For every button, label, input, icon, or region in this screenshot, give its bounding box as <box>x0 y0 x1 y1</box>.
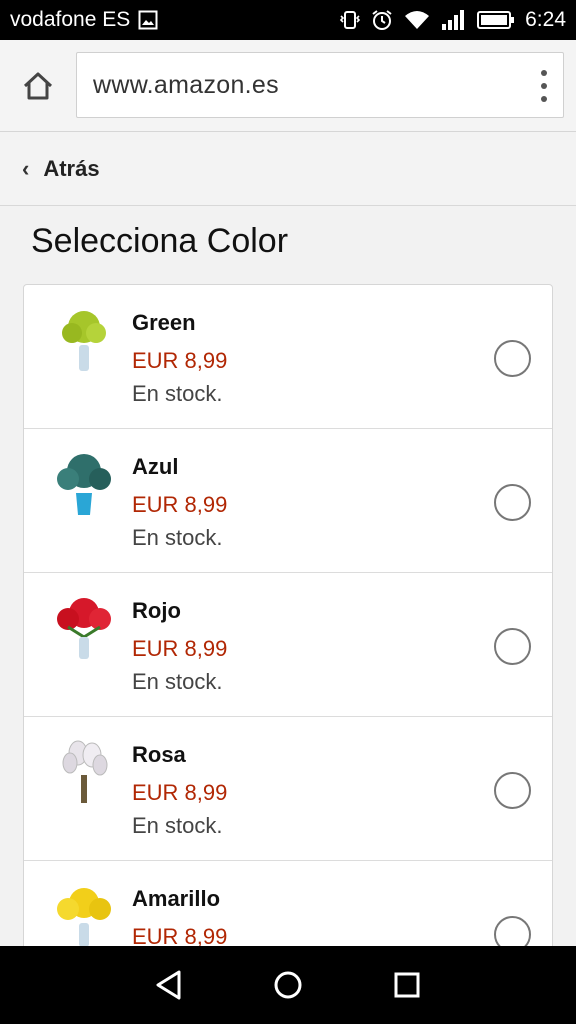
option-price: EUR 8,99 <box>132 780 228 805</box>
option-stock: En stock. <box>132 381 223 406</box>
product-thumbnail <box>48 449 120 521</box>
radio-button[interactable] <box>494 340 531 377</box>
option-name: Green <box>132 310 196 335</box>
product-thumbnail <box>48 737 120 809</box>
color-option-rosa[interactable]: Rosa EUR 8,99 En stock. <box>24 717 552 861</box>
recents-square-icon <box>394 972 420 998</box>
vibrate-icon <box>339 11 361 29</box>
option-price: EUR 8,99 <box>132 636 228 661</box>
option-price: EUR 8,99 <box>132 348 228 373</box>
home-circle-icon <box>274 971 302 999</box>
nav-back-button[interactable] <box>149 965 189 1005</box>
product-thumbnail <box>48 593 120 665</box>
option-price: EUR 8,99 <box>132 492 228 517</box>
radio-button[interactable] <box>494 772 531 809</box>
carrier-group: vodafone ES <box>10 8 158 32</box>
back-triangle-icon <box>156 970 181 1000</box>
system-nav-bar <box>0 946 576 1024</box>
url-field[interactable]: www.amazon.es <box>76 52 564 118</box>
clock: 6:24 <box>525 8 566 31</box>
option-name: Rojo <box>132 598 181 623</box>
overflow-menu-icon[interactable] <box>534 70 554 102</box>
carrier-name: vodafone ES <box>10 8 131 31</box>
radio-button[interactable] <box>494 484 531 521</box>
alarm-icon <box>372 10 392 30</box>
status-bar: vodafone ES 6:24 <box>0 0 576 40</box>
battery-icon <box>477 11 515 29</box>
back-label: Atrás <box>43 155 100 181</box>
option-stock: En stock. <box>132 813 223 838</box>
page-title: Selecciona Color <box>31 222 289 260</box>
color-option-green[interactable]: Green EUR 8,99 En stock. <box>24 285 552 429</box>
radio-button[interactable] <box>494 628 531 665</box>
product-thumbnail <box>48 881 120 953</box>
option-name: Amarillo <box>132 886 221 911</box>
color-option-azul[interactable]: Azul EUR 8,99 En stock. <box>24 429 552 573</box>
option-name: Rosa <box>132 742 186 767</box>
back-bar: ‹ Atrás <box>0 132 576 206</box>
image-icon <box>138 10 158 30</box>
status-icons: 6:24 <box>339 8 566 32</box>
option-stock: En stock. <box>132 525 223 550</box>
signal-icon <box>442 10 465 30</box>
home-button[interactable] <box>16 66 60 106</box>
back-button[interactable]: ‹ Atrás <box>22 156 100 182</box>
option-name: Azul <box>132 454 179 479</box>
chevron-left-icon: ‹ <box>22 155 30 181</box>
nav-recents-button[interactable] <box>387 965 427 1005</box>
color-options-list: Green EUR 8,99 En stock. Azul EUR 8,99 E… <box>23 284 553 1006</box>
browser-toolbar: www.amazon.es <box>0 40 576 132</box>
option-stock: En stock. <box>132 669 223 694</box>
color-option-rojo[interactable]: Rojo EUR 8,99 En stock. <box>24 573 552 717</box>
product-thumbnail <box>48 305 120 377</box>
home-icon <box>23 72 53 100</box>
wifi-icon <box>405 11 430 29</box>
nav-home-button[interactable] <box>268 965 308 1005</box>
